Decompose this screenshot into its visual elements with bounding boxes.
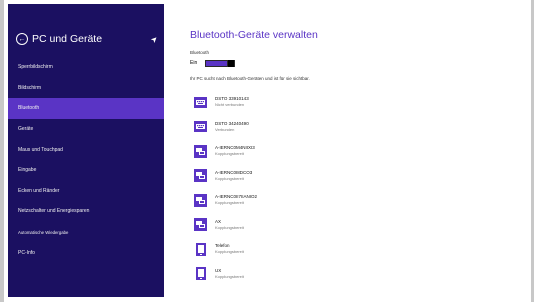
device-status: Kopplungsbereit	[215, 249, 244, 254]
main-content: Bluetooth-Geräte verwalten Bluetooth Ein…	[164, 4, 528, 297]
sidebar-item[interactable]: Ecken und Ränder	[8, 181, 164, 202]
sidebar-item-label: Sperrbildschirm	[18, 64, 53, 71]
device-item[interactable]: Telefon Kopplungsbereit	[194, 241, 494, 257]
sidebar-item-label: PC-Info	[18, 249, 35, 256]
device-text: Telefon Kopplungsbereit	[215, 243, 244, 255]
phone-icon	[194, 267, 207, 280]
device-status: Verbunden	[215, 126, 235, 132]
sidebar-item-label: Geräte	[18, 126, 34, 133]
device-text: A-IERNC0II7IIANIO2 Kopplungsbereit	[215, 194, 257, 206]
bluetooth-state: Ein	[190, 60, 198, 66]
sidebar-item[interactable]: Maus und Touchpad	[8, 139, 164, 160]
device-text: A-IERNC0I8DCO3 Kopplungsbereit	[215, 170, 252, 182]
device-status: Kopplungsbereit	[215, 273, 244, 279]
computer-icon	[194, 218, 207, 231]
device-item[interactable]: AX Kopplungsbereit	[194, 217, 494, 233]
sidebar-item-label: Automatische Wiedergabe	[18, 229, 69, 235]
sidebar-item[interactable]: Bluetooth	[8, 98, 164, 119]
device-status: Nicht verbunden	[215, 102, 245, 107]
device-item[interactable]: A-IERNC0I8DCO3 Kopplungsbereit	[194, 168, 494, 184]
sidebar-header: ← PC und Geräte ➤	[16, 31, 160, 47]
device-status: Kopplungsbereit	[215, 151, 244, 156]
device-item[interactable]: A-IERNC0M4NIIXI3 Kopplungsbereit	[194, 143, 494, 159]
sidebar-item-label: Ecken und Ränder	[18, 187, 60, 194]
device-item[interactable]: UX Kopplungsbereit	[194, 266, 494, 282]
device-status: Kopplungsbereit	[215, 175, 244, 181]
sidebar-item-label: Bluetooth	[18, 105, 40, 112]
sidebar-item[interactable]: Bildschirm	[8, 78, 164, 99]
device-item[interactable]: DSTO 34240490 Verbunden	[194, 119, 494, 135]
sidebar-item[interactable]: PC-Info	[8, 242, 164, 263]
sidebar-item[interactable]: Netzschalter und Energiesparen	[8, 201, 164, 222]
computer-icon	[194, 193, 207, 207]
computer-icon	[194, 169, 207, 182]
bluetooth-toggle[interactable]	[205, 60, 235, 67]
device-text: AX Kopplungsbereit	[215, 219, 244, 231]
device-item[interactable]: DSTO 33910143 Nicht verbunden	[194, 94, 494, 110]
sidebar-item[interactable]: Geräte	[8, 119, 164, 140]
device-status: Kopplungsbereit	[215, 224, 244, 230]
device-text: DSTO 34240490 Verbunden	[215, 121, 249, 133]
sidebar-item[interactable]: Sperrbildschirm	[8, 57, 164, 78]
back-arrow-icon[interactable]: ←	[16, 33, 28, 45]
sidebar-item-label: Eingabe	[18, 167, 37, 174]
device-text: UX Kopplungsbereit	[215, 268, 244, 280]
device-item[interactable]: A-IERNC0II7IIANIO2 Kopplungsbereit	[194, 192, 494, 208]
sidebar: ← PC und Geräte ➤ Sperrbildschirm Bildsch…	[8, 4, 164, 297]
computer-icon	[194, 144, 207, 158]
toggle-fill	[206, 61, 227, 66]
sidebar-item-label: Bildschirm	[18, 84, 42, 91]
toggle-knob[interactable]	[228, 60, 234, 67]
sidebar-title: PC und Geräte	[32, 33, 103, 45]
device-text: DSTO 33910143 Nicht verbunden	[215, 96, 249, 108]
keyboard-icon	[194, 120, 207, 133]
device-status: Kopplungsbereit	[215, 200, 244, 205]
pin-icon[interactable]: ➤	[149, 33, 160, 44]
bluetooth-label: Bluetooth	[190, 50, 210, 55]
app-window: ← PC und Geräte ➤ Sperrbildschirm Bildsch…	[0, 0, 534, 302]
sidebar-item-label: Netzschalter und Energiesparen	[18, 208, 90, 215]
sidebar-item[interactable]: Eingabe	[8, 160, 164, 181]
keyboard-icon	[194, 96, 207, 109]
sidebar-item-label: Maus und Touchpad	[18, 146, 63, 153]
device-text: A-IERNC0M4NIIXI3 Kopplungsbereit	[215, 145, 255, 157]
phone-icon	[194, 242, 207, 256]
sidebar-nav: Sperrbildschirm Bildschirm Bluetooth Geräte…	[8, 57, 164, 263]
sidebar-item[interactable]: Automatische Wiedergabe	[8, 222, 164, 243]
search-note: Ihr PC sucht nach Bluetooth-Geräten und …	[190, 76, 310, 81]
page-title: Bluetooth-Geräte verwalten	[190, 29, 318, 41]
